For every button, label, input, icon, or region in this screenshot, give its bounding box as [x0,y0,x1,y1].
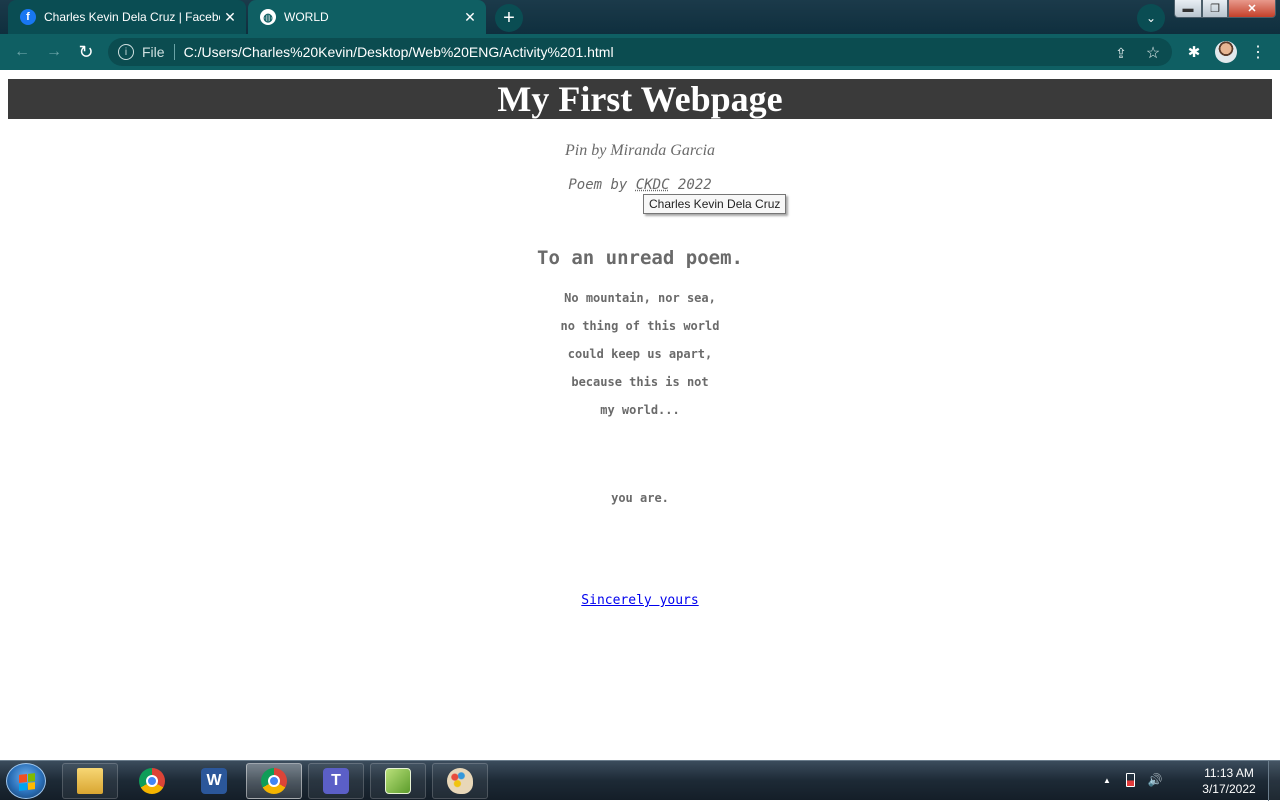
page-heading: My First Webpage [8,79,1272,119]
poem-line: because this is not [571,375,709,389]
globe-icon: ◍ [260,9,276,25]
close-window-button[interactable]: ✕ [1228,0,1276,18]
scheme-label: File [142,44,165,60]
bookmark-star-icon[interactable]: ☆ [1144,44,1162,62]
show-desktop-button[interactable] [1268,761,1280,801]
tab-strip: f Charles Kevin Dela Cruz | Facebook ✕ ◍… [0,0,1280,34]
close-icon[interactable]: ✕ [460,7,480,27]
teams-icon: T [323,768,349,794]
url-text[interactable]: C:/Users/Charles%20Kevin/Desktop/Web%20E… [184,44,614,60]
signature: Sincerely yours [0,593,1280,608]
taskbar-word[interactable]: W [186,763,242,799]
share-icon[interactable]: ⇪ [1112,44,1130,62]
extensions-icon[interactable]: ✱ [1183,41,1205,63]
chrome-icon [261,768,287,794]
system-clock[interactable]: 11:13 AM 3/17/2022 [1190,765,1268,797]
word-icon: W [201,768,227,794]
poem-line: my world... [600,403,680,417]
taskbar-chrome[interactable] [124,763,180,799]
taskbar: W T ▲ 🔊 11:13 AM 3/17/2022 [0,760,1280,801]
byline-year: 2022 [669,177,712,193]
abbr-tooltip: Charles Kevin Dela Cruz [643,194,787,214]
menu-icon[interactable]: ⋮ [1247,41,1269,63]
forward-button[interactable]: → [42,40,66,64]
poem-title: To an unread poem. [537,247,743,269]
browser-toolbar: ← → ↻ i File C:/Users/Charles%20Kevin/De… [0,34,1280,70]
minimize-button[interactable]: ▬ [1174,0,1202,18]
maximize-button[interactable]: ❐ [1202,0,1228,18]
reload-button[interactable]: ↻ [74,40,98,64]
facebook-icon: f [20,9,36,25]
taskbar-paint[interactable] [432,763,488,799]
paint-palette-icon [447,768,473,794]
author-abbreviation[interactable]: CKDC [636,177,670,193]
folder-icon [77,768,103,794]
chrome-icon [139,768,165,794]
address-bar[interactable]: i File C:/Users/Charles%20Kevin/Desktop/… [108,38,1172,66]
taskbar-notepad-plus[interactable] [370,763,426,799]
start-button[interactable] [6,763,46,799]
tab-facebook[interactable]: f Charles Kevin Dela Cruz | Facebook ✕ [8,0,246,34]
taskbar-file-explorer[interactable] [62,763,118,799]
tab-world[interactable]: ◍ WORLD ✕ [248,0,486,34]
web-page: My First Webpage Pin by Miranda Garcia P… [0,70,1280,760]
poem-byline: Poem by CKDC 2022 [0,177,1280,193]
show-hidden-icons-arrow[interactable]: ▲ [1098,771,1116,789]
tab-search-button[interactable]: ⌄ [1137,4,1165,32]
windows-logo-icon [19,773,35,791]
taskbar-chrome-running[interactable] [246,763,302,799]
clock-date: 3/17/2022 [1202,782,1256,796]
poem-line: could keep us apart, [567,347,713,361]
pin-credit: Pin by Miranda Garcia [564,142,716,159]
byline-prefix: Poem by [568,177,636,193]
profile-avatar[interactable] [1215,41,1237,63]
back-button[interactable]: ← [10,40,34,64]
poem-line: no thing of this world [560,319,720,333]
notepad-icon [385,768,411,794]
volume-icon[interactable]: 🔊 [1146,771,1164,789]
clock-time: 11:13 AM [1204,766,1254,780]
battery-icon[interactable] [1121,771,1139,789]
tab-title: WORLD [284,10,329,24]
tab-title: Charles Kevin Dela Cruz | Facebook [44,10,220,24]
divider [173,44,175,60]
new-tab-button[interactable]: + [495,4,523,32]
close-icon[interactable]: ✕ [220,7,240,27]
taskbar-teams[interactable]: T [308,763,364,799]
poem-line: you are. [611,491,669,505]
info-icon[interactable]: i [118,44,134,60]
sincerely-yours-link[interactable]: Sincerely yours [581,593,698,608]
poem-line: No mountain, nor sea, [564,291,716,305]
